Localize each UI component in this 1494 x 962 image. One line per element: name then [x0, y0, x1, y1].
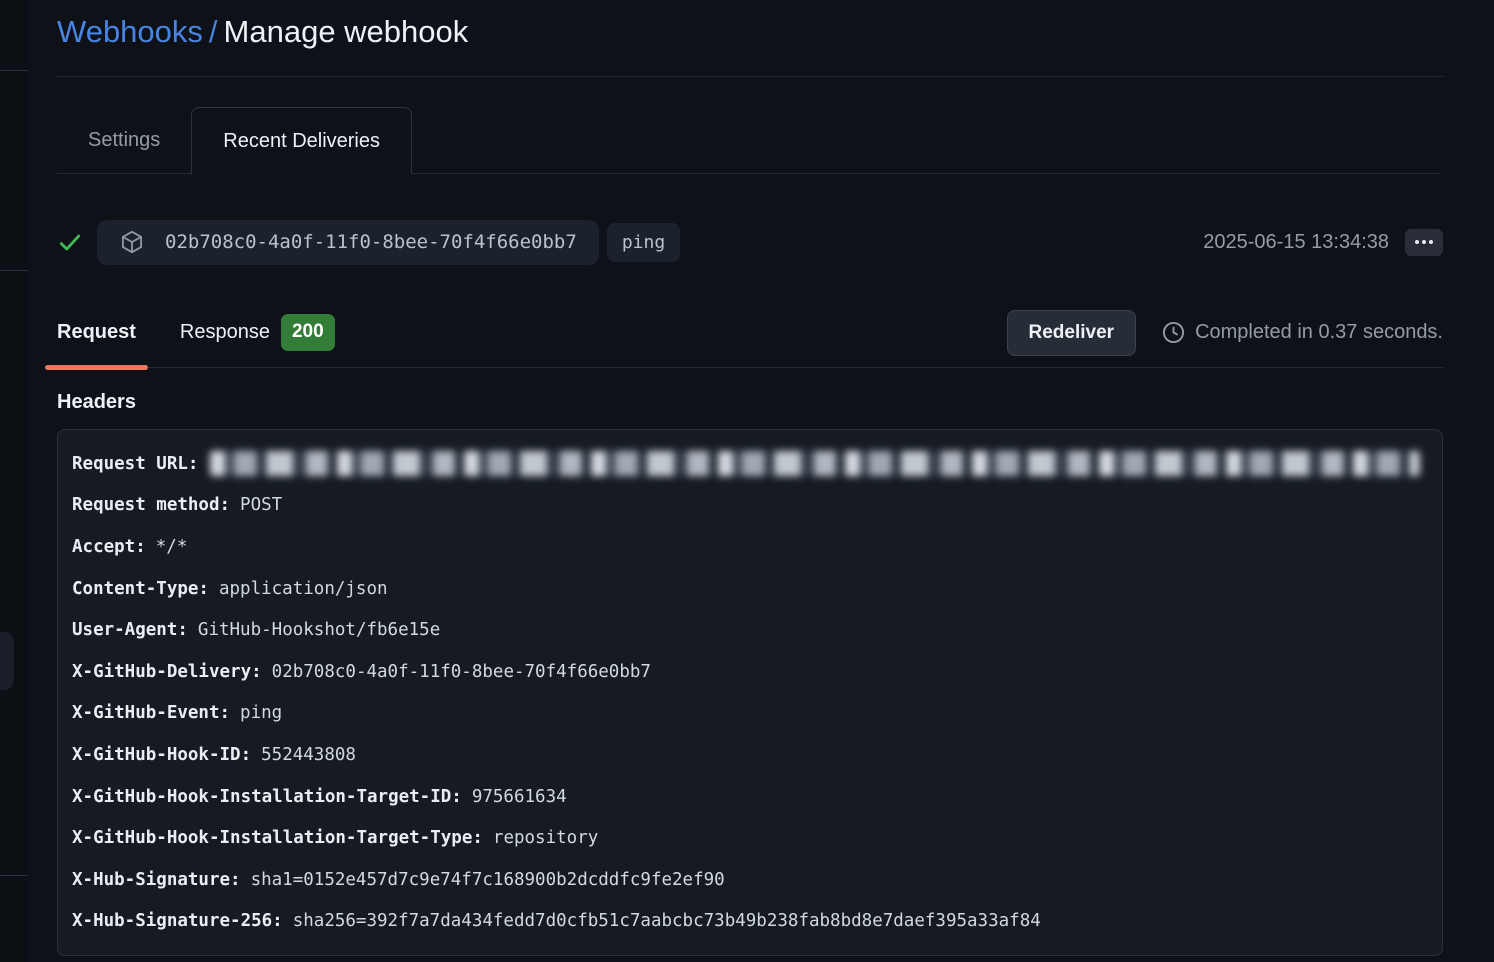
check-icon — [57, 229, 83, 255]
header-line: X-GitHub-Hook-Installation-Target-Type: r… — [72, 817, 1428, 859]
rail-divider — [0, 270, 28, 271]
header-line: X-GitHub-Delivery: 02b708c0-4a0f-11f0-8be… — [72, 651, 1428, 693]
clock-icon — [1161, 320, 1186, 345]
header-line: X-Hub-Signature-256: sha256=392f7a7da434f… — [72, 901, 1428, 943]
header-value: */* — [156, 537, 188, 557]
redacted-url-value — [210, 451, 1420, 476]
tab-settings[interactable]: Settings — [57, 107, 191, 173]
header-key: X-GitHub-Delivery: — [72, 662, 262, 682]
header-key: Content-Type: — [72, 579, 209, 599]
header-value: sha256=392f7a7da434fedd7d0cfb51c7aabcbc7… — [293, 911, 1041, 931]
tab-response-label: Response — [180, 321, 270, 344]
header-value: 02b708c0-4a0f-11f0-8bee-70f4f66e0bb7 — [272, 662, 651, 682]
webhook-tabs: Settings Recent Deliveries — [57, 107, 1440, 174]
rail-divider — [0, 875, 28, 876]
header-value: repository — [493, 828, 598, 848]
header-key: X-GitHub-Hook-ID: — [72, 745, 251, 765]
redeliver-button[interactable]: Redeliver — [1007, 310, 1137, 356]
header-key: X-Hub-Signature: — [72, 870, 241, 890]
header-key: X-GitHub-Event: — [72, 703, 230, 723]
header-value: POST — [240, 495, 282, 515]
header-key: Request URL: — [72, 454, 198, 474]
rail-item-highlight — [0, 632, 14, 690]
delivery-timestamp: 2025-06-15 13:34:38 — [1203, 231, 1389, 254]
tab-response[interactable]: Response 200 — [168, 298, 347, 367]
header-key: X-Hub-Signature-256: — [72, 911, 283, 931]
header-value: ping — [240, 703, 282, 723]
header-value: 975661634 — [472, 787, 567, 807]
header-value: sha1=0152e457d7c9e74f7c168900b2dcddfc9fe… — [251, 870, 725, 890]
completed-status: Completed in 0.37 seconds. — [1161, 320, 1443, 345]
event-badge: ping — [607, 223, 680, 262]
breadcrumb-separator: / — [209, 14, 218, 49]
header-line: Content-Type: application/json — [72, 568, 1428, 610]
tab-request-label: Request — [57, 321, 136, 344]
header-key: User-Agent: — [72, 620, 188, 640]
header-key: Request method: — [72, 495, 230, 515]
header-key: X-GitHub-Hook-Installation-Target-ID: — [72, 787, 462, 807]
page-title: Manage webhook — [224, 14, 469, 49]
header-line: Request method: POST — [72, 485, 1428, 527]
delivery-detail-tabs: Request Response 200 Redeliver Completed… — [57, 298, 1443, 368]
header-line: X-Hub-Signature: sha1=0152e457d7c9e74f7c1… — [72, 859, 1428, 901]
header-line: User-Agent: GitHub-Hookshot/fb6e15e — [72, 609, 1428, 651]
tab-request[interactable]: Request — [45, 298, 148, 367]
header-value: application/json — [219, 579, 388, 599]
webhooks-breadcrumb-link[interactable]: Webhooks — [57, 14, 203, 49]
breadcrumb: Webhooks/Manage webhook — [57, 0, 1443, 77]
delivery-options-button[interactable] — [1405, 229, 1443, 256]
header-value: GitHub-Hookshot/fb6e15e — [198, 620, 440, 640]
tab-recent-deliveries[interactable]: Recent Deliveries — [191, 107, 412, 174]
delivery-guid: 02b708c0-4a0f-11f0-8bee-70f4f66e0bb7 — [165, 231, 577, 253]
header-key: X-GitHub-Hook-Installation-Target-Type: — [72, 828, 483, 848]
header-line: X-GitHub-Hook-Installation-Target-ID: 975… — [72, 776, 1428, 818]
header-value: 552443808 — [261, 745, 356, 765]
main-content: Webhooks/Manage webhook Settings Recent … — [57, 0, 1443, 956]
completed-text: Completed in 0.37 seconds. — [1195, 321, 1443, 344]
kebab-horizontal-icon — [1415, 240, 1433, 244]
header-line: Request URL: — [72, 443, 1428, 485]
rail-divider — [0, 70, 28, 71]
request-headers-block: Request URL: Request method: POST Accept: */… — [57, 429, 1443, 956]
header-line: X-GitHub-Event: ping — [72, 693, 1428, 735]
header-line: Accept: */* — [72, 526, 1428, 568]
header-key: Accept: — [72, 537, 146, 557]
headers-heading: Headers — [57, 391, 1443, 414]
package-icon — [119, 229, 145, 255]
delivery-row: 02b708c0-4a0f-11f0-8bee-70f4f66e0bb7 pin… — [57, 219, 1443, 265]
left-rail — [0, 0, 28, 962]
header-line: X-GitHub-Hook-ID: 552443808 — [72, 734, 1428, 776]
delivery-guid-pill[interactable]: 02b708c0-4a0f-11f0-8bee-70f4f66e0bb7 — [97, 220, 599, 265]
response-status-badge: 200 — [281, 314, 335, 351]
